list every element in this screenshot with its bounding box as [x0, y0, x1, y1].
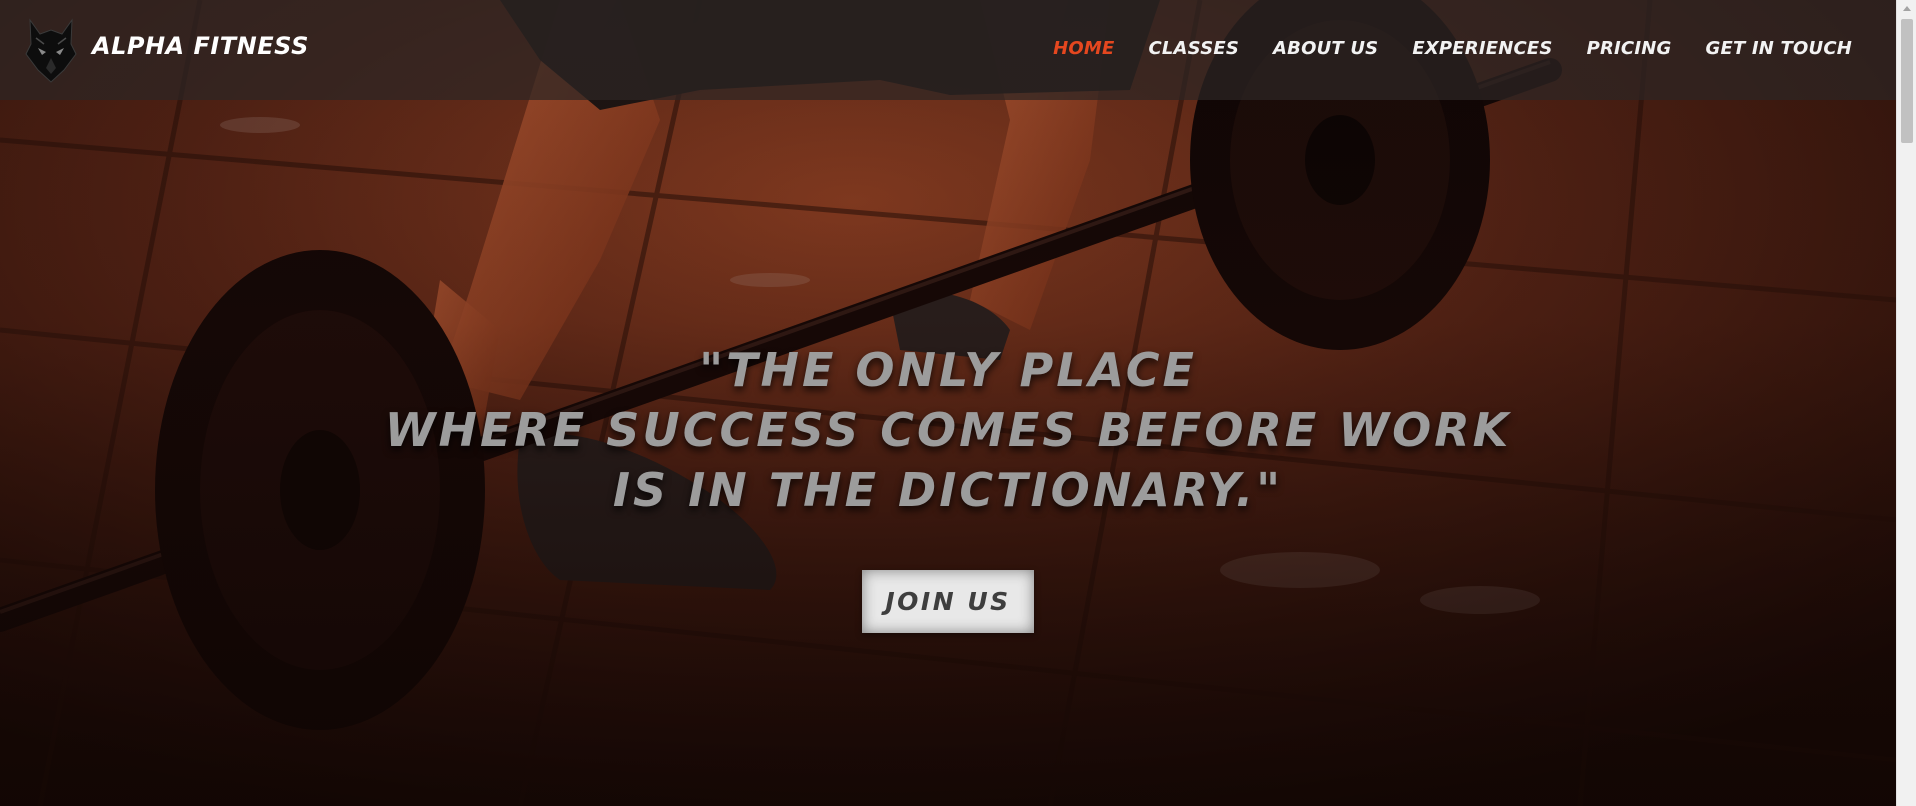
nav-item-about-us: ABOUT US — [1273, 38, 1378, 59]
hero-content: "THE ONLY PLACE WHERE SUCCESS COMES BEFO… — [0, 340, 1896, 633]
nav-item-get-in-touch: GET IN TOUCH — [1705, 38, 1852, 59]
nav-link-classes[interactable]: CLASSES — [1148, 38, 1239, 59]
brand-name: ALPHA FITNESS — [92, 32, 309, 60]
nav-menu: HOME CLASSES ABOUT US EXPERIENCES PRICIN… — [1019, 38, 1852, 59]
nav-item-pricing: PRICING — [1587, 38, 1672, 59]
nav-link-pricing[interactable]: PRICING — [1587, 38, 1672, 59]
nav-link-experiences[interactable]: EXPERIENCES — [1412, 38, 1552, 59]
scroll-up-arrow-icon[interactable] — [1897, 0, 1916, 17]
join-us-button[interactable]: JOIN US — [862, 570, 1034, 633]
nav-link-home[interactable]: HOME — [1053, 38, 1114, 59]
scrollbar-thumb[interactable] — [1901, 19, 1913, 143]
hero-quote-line: IS IN THE DICTIONARY." — [612, 463, 1284, 517]
hero-quote-line: WHERE SUCCESS COMES BEFORE WORK — [384, 403, 1512, 457]
page-scrollbar[interactable] — [1896, 0, 1916, 806]
nav-link-about-us[interactable]: ABOUT US — [1273, 38, 1378, 59]
nav-link-get-in-touch[interactable]: GET IN TOUCH — [1705, 38, 1852, 59]
hero-quote-line: "THE ONLY PLACE — [699, 343, 1197, 397]
nav-item-experiences: EXPERIENCES — [1412, 38, 1552, 59]
nav-item-home: HOME — [1053, 38, 1114, 59]
hero-section: "THE ONLY PLACE WHERE SUCCESS COMES BEFO… — [0, 0, 1896, 806]
hero-quote: "THE ONLY PLACE WHERE SUCCESS COMES BEFO… — [0, 340, 1896, 520]
brand[interactable]: ALPHA FITNESS — [24, 16, 309, 84]
wolf-head-icon — [25, 18, 77, 83]
top-navbar: ALPHA FITNESS HOME CLASSES ABOUT US EXPE… — [0, 0, 1896, 100]
nav-item-classes: CLASSES — [1148, 38, 1239, 59]
